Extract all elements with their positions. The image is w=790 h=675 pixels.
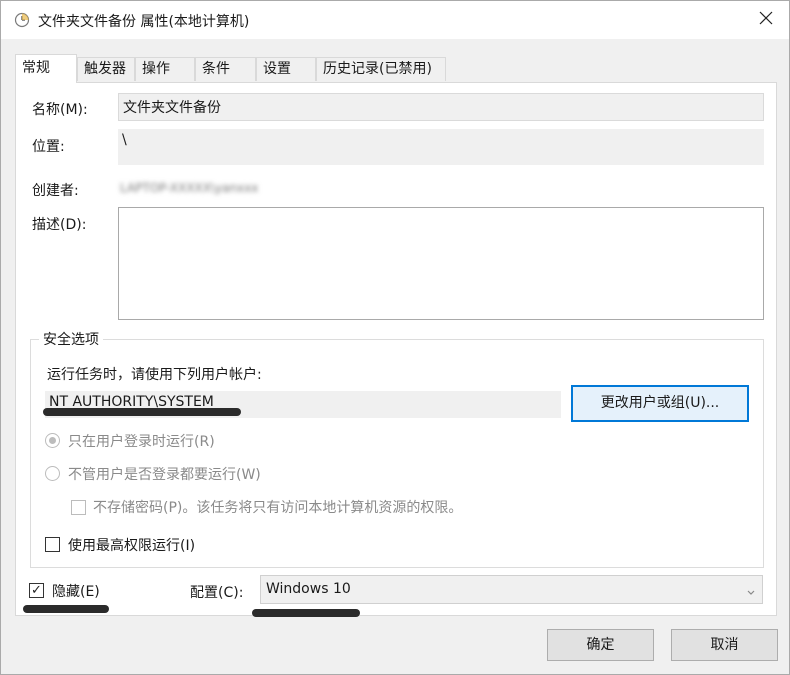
highest-privileges-label: 使用最高权限运行(I)	[68, 538, 196, 554]
chevron-down-icon	[746, 585, 756, 601]
no-store-password-label: 不存储密码(P)。该任务将只有访问本地计算机资源的权限。	[93, 500, 463, 516]
redaction-mark	[252, 609, 360, 617]
author-value: LAPTOP-XXXXX\yanxxx	[120, 181, 259, 195]
close-button[interactable]	[743, 1, 789, 39]
hidden-checkbox[interactable]: ✓	[29, 583, 44, 598]
name-field[interactable]: 文件夹文件备份	[118, 93, 764, 121]
tab-history[interactable]: 历史记录(已禁用)	[316, 57, 446, 81]
properties-dialog: 文件夹文件备份 属性(本地计算机) 常规 触发器 操作 条件 设置 历史记录(已…	[0, 0, 790, 675]
location-field[interactable]: \	[118, 129, 764, 165]
cancel-button[interactable]: 取消	[671, 629, 778, 661]
no-store-password-checkbox[interactable]	[71, 500, 86, 515]
configure-dropdown[interactable]: Windows 10	[260, 575, 763, 604]
tab-actions[interactable]: 操作	[135, 57, 195, 81]
close-icon	[759, 11, 773, 29]
name-label: 名称(M):	[32, 102, 88, 118]
highest-privileges-checkbox[interactable]	[45, 537, 60, 552]
configure-value: Windows 10	[266, 581, 351, 597]
radio-logged-on-label: 只在用户登录时运行(R)	[68, 434, 215, 450]
task-clock-icon	[14, 12, 30, 28]
description-textarea[interactable]	[118, 207, 764, 320]
tab-settings[interactable]: 设置	[256, 57, 316, 81]
security-group-title: 安全选项	[39, 329, 103, 349]
configure-label: 配置(C):	[190, 585, 244, 601]
checkmark-icon: ✓	[31, 583, 42, 598]
security-options-group: 安全选项 运行任务时，请使用下列用户帐户: NT AUTHORITY\SYSTE…	[30, 329, 764, 568]
location-value: \	[122, 132, 127, 148]
description-label: 描述(D):	[32, 217, 87, 233]
radio-logged-on[interactable]	[45, 433, 60, 448]
redaction-mark	[23, 605, 109, 613]
ok-button[interactable]: 确定	[547, 629, 654, 661]
redaction-mark	[43, 408, 241, 416]
name-value: 文件夹文件备份	[123, 100, 221, 116]
author-label: 创建者:	[32, 183, 79, 199]
radio-whether-logged[interactable]	[45, 466, 60, 481]
title-bar[interactable]: 文件夹文件备份 属性(本地计算机)	[1, 1, 789, 39]
window-title: 文件夹文件备份 属性(本地计算机)	[38, 14, 250, 30]
tab-general[interactable]: 常规	[15, 54, 77, 83]
run-as-prompt: 运行任务时，请使用下列用户帐户:	[47, 367, 262, 383]
location-label: 位置:	[32, 139, 65, 155]
tab-conditions[interactable]: 条件	[195, 57, 256, 81]
change-user-button[interactable]: 更改用户或组(U)...	[571, 385, 749, 422]
tab-triggers[interactable]: 触发器	[77, 57, 135, 81]
radio-whether-logged-label: 不管用户是否登录都要运行(W)	[68, 467, 261, 483]
hidden-label: 隐藏(E)	[52, 584, 100, 600]
general-panel: 名称(M): 文件夹文件备份 位置: \ 创建者: LAPTOP-XXXXX\y…	[15, 82, 777, 616]
